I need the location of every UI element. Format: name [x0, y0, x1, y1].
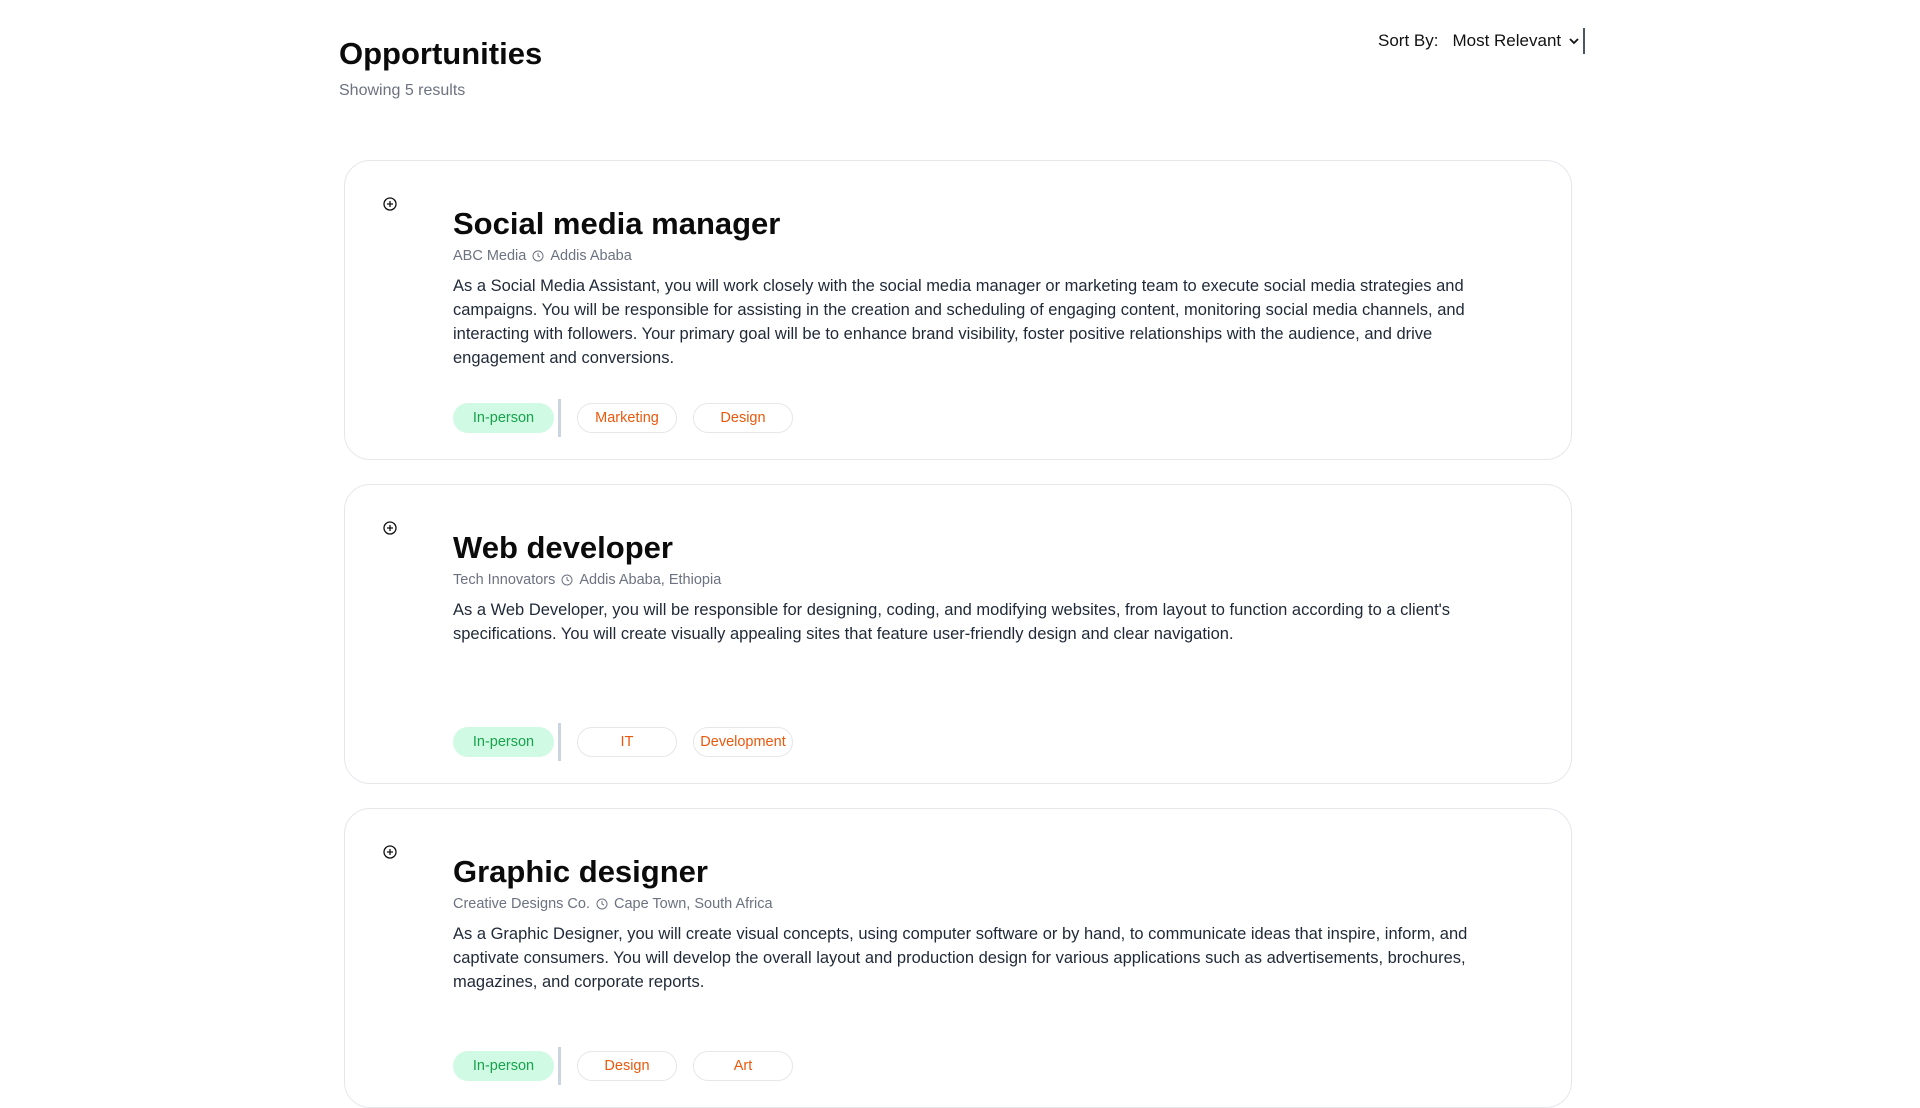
page-header: Opportunities Showing 5 results: [339, 34, 542, 100]
opportunities-page: Opportunities Showing 5 results Sort By:…: [0, 0, 1920, 1108]
job-title[interactable]: Web developer: [453, 529, 1523, 567]
job-meta: ABC Media Addis Ababa: [453, 248, 1523, 264]
location-clock-icon: [532, 250, 544, 262]
tag-divider: [558, 723, 561, 761]
company-name: Tech Innovators: [453, 572, 556, 588]
job-card-body: Web developer Tech Innovators Addis Abab…: [453, 529, 1523, 646]
job-type-tag: In-person: [453, 403, 554, 433]
company-name: Creative Designs Co.: [453, 896, 590, 912]
plus-circle-icon: [383, 521, 397, 535]
job-tags: In-person IT Development: [453, 723, 809, 761]
sort-selected-value: Most Relevant: [1452, 31, 1562, 50]
tag-divider: [558, 1047, 561, 1085]
result-count: Showing 5 results: [339, 82, 466, 99]
job-card-body: Social media manager ABC Media Addis Aba…: [453, 205, 1523, 370]
page-title: Opportunities: [339, 36, 543, 71]
job-location: Cape Town, South Africa: [614, 896, 773, 912]
category-tag: Development: [693, 727, 793, 757]
plus-circle-icon: [383, 845, 397, 859]
job-meta: Creative Designs Co. Cape Town, South Af…: [453, 896, 1523, 912]
job-location: Addis Ababa: [550, 248, 632, 264]
job-card[interactable]: Web developer Tech Innovators Addis Abab…: [344, 484, 1572, 784]
sort-select[interactable]: Most Relevant: [1452, 28, 1586, 54]
job-title[interactable]: Graphic designer: [453, 853, 1523, 891]
job-description: As a Graphic Designer, you will create v…: [453, 925, 1468, 991]
category-tag: IT: [577, 727, 677, 757]
plus-circle-icon: [383, 197, 397, 211]
sort-label: Sort By:: [1378, 31, 1439, 50]
category-tag: Marketing: [577, 403, 677, 433]
category-tag: Design: [577, 1051, 677, 1081]
job-card[interactable]: Social media manager ABC Media Addis Aba…: [344, 160, 1572, 460]
company-name: ABC Media: [453, 248, 527, 264]
job-card[interactable]: Graphic designer Creative Designs Co. Ca…: [344, 808, 1572, 1108]
job-description: As a Web Developer, you will be responsi…: [453, 601, 1451, 643]
category-tag: Design: [693, 403, 793, 433]
job-card-body: Graphic designer Creative Designs Co. Ca…: [453, 853, 1523, 994]
job-type-tag: In-person: [453, 1051, 554, 1081]
location-clock-icon: [561, 574, 573, 586]
job-tags: In-person Marketing Design: [453, 399, 809, 437]
job-description: As a Social Media Assistant, you will wo…: [453, 277, 1465, 367]
sort-control: Sort By: Most Relevant: [1378, 28, 1586, 54]
job-location: Addis Ababa, Ethiopia: [579, 572, 722, 588]
category-tag: Art: [693, 1051, 793, 1081]
job-meta: Tech Innovators Addis Ababa, Ethiopia: [453, 572, 1523, 588]
tag-divider: [558, 399, 561, 437]
location-clock-icon: [596, 898, 608, 910]
job-tags: In-person Design Art: [453, 1047, 809, 1085]
chevron-down-icon: [1569, 38, 1579, 45]
job-title[interactable]: Social media manager: [453, 205, 1523, 243]
job-type-tag: In-person: [453, 727, 554, 757]
